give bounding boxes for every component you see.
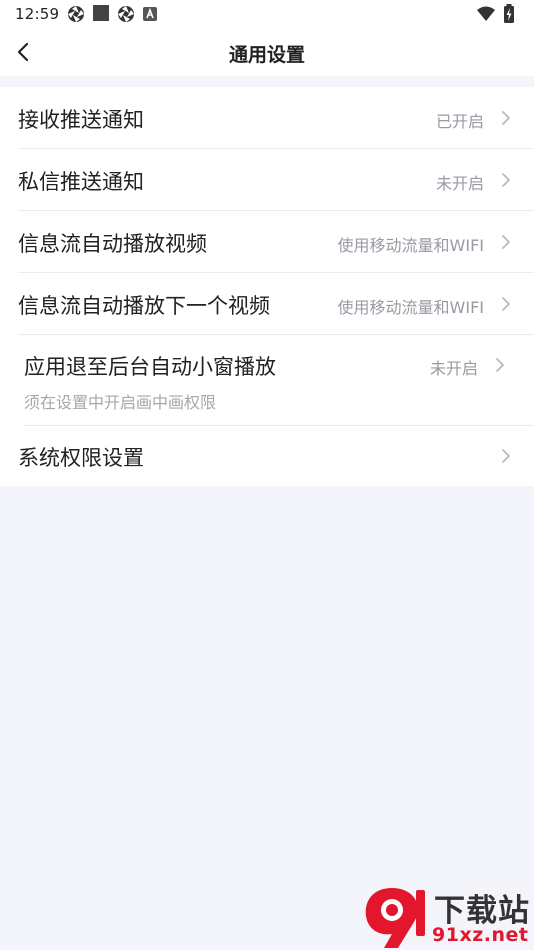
setting-value: 使用移动流量和WIFI [337, 298, 484, 317]
watermark-logo: 下载站 91xz.net [362, 884, 534, 950]
aperture-icon [118, 6, 134, 22]
status-time: 12:59 [15, 5, 60, 23]
settings-list: 接收推送通知 已开启 私信推送通知 未开启 信息流自动播放视频 使用移动流量和W… [0, 87, 534, 486]
setting-subtitle: 须在设置中开启画中画权限 [24, 393, 217, 412]
setting-value: 未开启 [435, 174, 484, 193]
chevron-right-icon [502, 297, 510, 311]
header: 通用设置 [0, 28, 534, 76]
chevron-right-icon [502, 449, 510, 463]
status-bar: 12:59 [0, 0, 534, 28]
setting-label: 信息流自动播放下一个视频 [18, 294, 270, 318]
chevron-right-icon [502, 235, 510, 249]
chevron-right-icon [502, 173, 510, 187]
setting-row-push-notifications[interactable]: 接收推送通知 已开启 [0, 87, 534, 148]
setting-value: 未开启 [429, 359, 478, 378]
setting-row-background-mini-window[interactable]: 应用退至后台自动小窗播放 未开启 须在设置中开启画中画权限 [0, 335, 534, 425]
setting-label: 信息流自动播放视频 [18, 232, 207, 256]
setting-label: 接收推送通知 [18, 108, 144, 132]
chevron-right-icon [502, 111, 510, 125]
setting-row-feed-autoplay[interactable]: 信息流自动播放视频 使用移动流量和WIFI [0, 211, 534, 272]
setting-row-feed-autoplay-next[interactable]: 信息流自动播放下一个视频 使用移动流量和WIFI [0, 273, 534, 334]
setting-label: 私信推送通知 [18, 170, 144, 194]
setting-label: 应用退至后台自动小窗播放 [24, 355, 276, 379]
aperture-icon [68, 6, 84, 22]
chevron-right-icon [496, 358, 504, 372]
setting-row-private-message-notifications[interactable]: 私信推送通知 未开启 [0, 149, 534, 210]
setting-value: 已开启 [435, 112, 484, 131]
setting-value: 使用移动流量和WIFI [337, 236, 484, 255]
setting-label: 系统权限设置 [18, 446, 144, 470]
watermark-badge-icon [365, 888, 425, 948]
app-badge-icon [143, 7, 157, 21]
watermark-url: 91xz.net [432, 924, 529, 946]
status-system-icons [476, 4, 520, 24]
page-title: 通用设置 [228, 44, 305, 66]
wifi-icon [477, 6, 495, 21]
battery-charging-icon [504, 4, 514, 23]
square-icon [93, 5, 109, 21]
setting-row-system-permissions[interactable]: 系统权限设置 [0, 426, 534, 486]
